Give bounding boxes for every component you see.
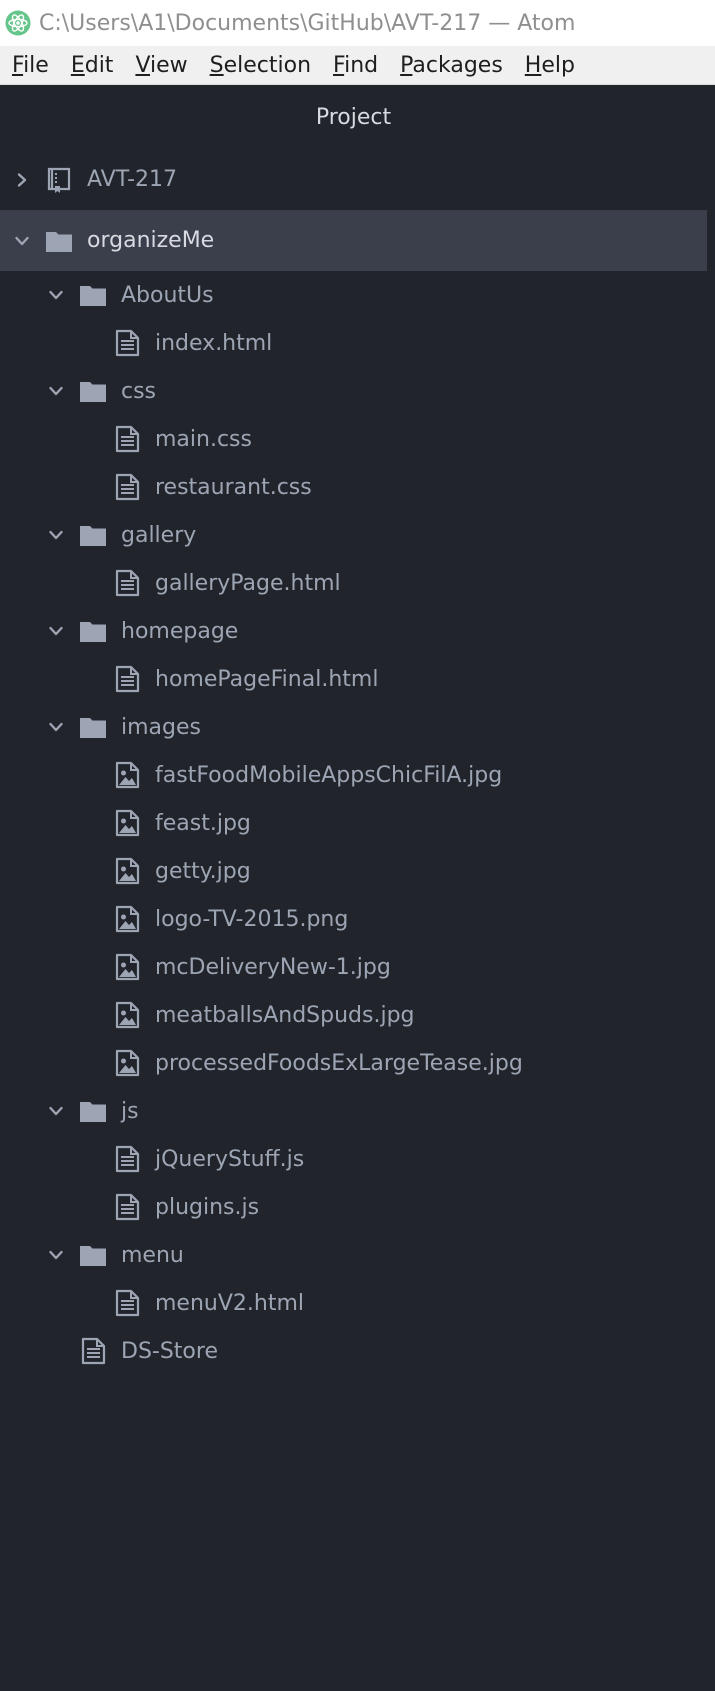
tree-folder[interactable]: images xyxy=(0,703,707,751)
menu-edit[interactable]: Edit xyxy=(59,53,124,78)
file-image-icon xyxy=(113,857,141,885)
tree-item-label: AVT-217 xyxy=(87,167,178,192)
tree-item-label: css xyxy=(121,378,157,404)
tree-item-label: js xyxy=(121,1098,139,1124)
tree-file[interactable]: feast.jpg xyxy=(0,799,707,847)
folder-icon xyxy=(79,1097,107,1125)
tree-item-label: gallery xyxy=(121,522,197,548)
tree-item-label: processedFoodsExLargeTease.jpg xyxy=(155,1050,523,1076)
tree-file[interactable]: plugins.js xyxy=(0,1183,707,1231)
chevron-down-icon[interactable] xyxy=(13,232,31,250)
file-text-icon xyxy=(79,1337,107,1365)
tree-item-label: fastFoodMobileAppsChicFilA.jpg xyxy=(155,762,503,788)
tree-item-label: galleryPage.html xyxy=(155,570,341,596)
tree-item-label: getty.jpg xyxy=(155,858,251,884)
tree-item-label: feast.jpg xyxy=(155,810,251,836)
window-titlebar: C:\Users\A1\Documents\GitHub\AVT-217 — A… xyxy=(0,0,715,46)
folder-icon xyxy=(79,713,107,741)
chevron-down-icon[interactable] xyxy=(47,1246,65,1264)
menu-selection[interactable]: Selection xyxy=(198,53,321,78)
file-image-icon xyxy=(113,809,141,837)
tree-file[interactable]: restaurant.css xyxy=(0,463,707,511)
folder-icon xyxy=(79,377,107,405)
menu-help[interactable]: Help xyxy=(513,53,585,78)
tree-item-label: restaurant.css xyxy=(155,474,312,500)
file-image-icon xyxy=(113,1049,141,1077)
tree-item-label: index.html xyxy=(155,330,273,356)
tree-item-label: menuV2.html xyxy=(155,1290,305,1316)
tree-file[interactable]: fastFoodMobileAppsChicFilA.jpg xyxy=(0,751,707,799)
tree-file[interactable]: processedFoodsExLargeTease.jpg xyxy=(0,1039,707,1087)
tree-item-label: organizeMe xyxy=(87,228,215,253)
folder-icon xyxy=(79,1241,107,1269)
tree-file[interactable]: main.css xyxy=(0,415,707,463)
tree-file[interactable]: DS-Store xyxy=(0,1327,707,1375)
tree-item-label: images xyxy=(121,714,201,740)
tree-file[interactable]: menuV2.html xyxy=(0,1279,707,1327)
tree-folder[interactable]: AboutUs xyxy=(0,271,707,319)
tree-folder[interactable]: organizeMe xyxy=(0,210,707,271)
tree-item-label: main.css xyxy=(155,426,252,452)
tree-item-label: logo-TV-2015.png xyxy=(155,906,349,932)
folder-icon xyxy=(45,227,73,255)
file-text-icon xyxy=(113,1193,141,1221)
tree-file[interactable]: logo-TV-2015.png xyxy=(0,895,707,943)
menu-find[interactable]: Find xyxy=(321,53,388,78)
tree-item-label: homePageFinal.html xyxy=(155,666,379,692)
window-title: C:\Users\A1\Documents\GitHub\AVT-217 — A… xyxy=(39,10,576,36)
chevron-down-icon[interactable] xyxy=(47,382,65,400)
tree-scrollbar[interactable] xyxy=(707,85,715,1691)
tree-folder[interactable]: js xyxy=(0,1087,707,1135)
tree-item-label: plugins.js xyxy=(155,1194,260,1220)
tree-item-label: homepage xyxy=(121,618,239,644)
folder-icon xyxy=(79,617,107,645)
tree-item-label: jQueryStuff.js xyxy=(155,1146,305,1172)
project-tree: AVT-217 organizeMe AboutUs index.html css mai… xyxy=(0,149,707,1375)
chevron-down-icon[interactable] xyxy=(47,1102,65,1120)
menu-file[interactable]: File xyxy=(0,53,59,78)
folder-icon xyxy=(79,281,107,309)
file-image-icon xyxy=(113,953,141,981)
folder-icon xyxy=(79,521,107,549)
chevron-down-icon[interactable] xyxy=(47,622,65,640)
tree-item-label: meatballsAndSpuds.jpg xyxy=(155,1002,415,1028)
tree-folder[interactable]: menu xyxy=(0,1231,707,1279)
file-text-icon xyxy=(113,569,141,597)
tree-file[interactable]: galleryPage.html xyxy=(0,559,707,607)
chevron-right-icon[interactable] xyxy=(13,171,31,189)
tree-folder[interactable]: homepage xyxy=(0,607,707,655)
chevron-down-icon[interactable] xyxy=(47,526,65,544)
tree-folder[interactable]: css xyxy=(0,367,707,415)
file-image-icon xyxy=(113,905,141,933)
menu-packages[interactable]: Packages xyxy=(388,53,513,78)
repository-icon xyxy=(45,166,73,194)
tree-file[interactable]: homePageFinal.html xyxy=(0,655,707,703)
tree-item-label: DS-Store xyxy=(121,1338,218,1364)
file-text-icon xyxy=(113,329,141,357)
tree-folder[interactable]: gallery xyxy=(0,511,707,559)
tree-file[interactable]: getty.jpg xyxy=(0,847,707,895)
tree-file[interactable]: index.html xyxy=(0,319,707,367)
file-image-icon xyxy=(113,761,141,789)
tree-item-label: mcDeliveryNew-1.jpg xyxy=(155,954,391,980)
chevron-down-icon[interactable] xyxy=(47,718,65,736)
tree-file[interactable]: mcDeliveryNew-1.jpg xyxy=(0,943,707,991)
file-text-icon xyxy=(113,1145,141,1173)
file-text-icon xyxy=(113,1289,141,1317)
file-text-icon xyxy=(113,425,141,453)
tree-item-label: menu xyxy=(121,1242,184,1268)
menu-bar: File Edit View Selection Find Packages H… xyxy=(0,46,715,85)
menu-view[interactable]: View xyxy=(123,53,197,78)
file-image-icon xyxy=(113,1001,141,1029)
tree-item-label: AboutUs xyxy=(121,282,214,308)
tree-file[interactable]: meatballsAndSpuds.jpg xyxy=(0,991,707,1039)
file-text-icon xyxy=(113,665,141,693)
file-text-icon xyxy=(113,473,141,501)
tree-folder[interactable]: AVT-217 xyxy=(0,149,707,210)
chevron-down-icon[interactable] xyxy=(47,286,65,304)
tree-file[interactable]: jQueryStuff.js xyxy=(0,1135,707,1183)
atom-logo-icon xyxy=(5,10,31,36)
project-panel-title: Project xyxy=(315,104,392,130)
